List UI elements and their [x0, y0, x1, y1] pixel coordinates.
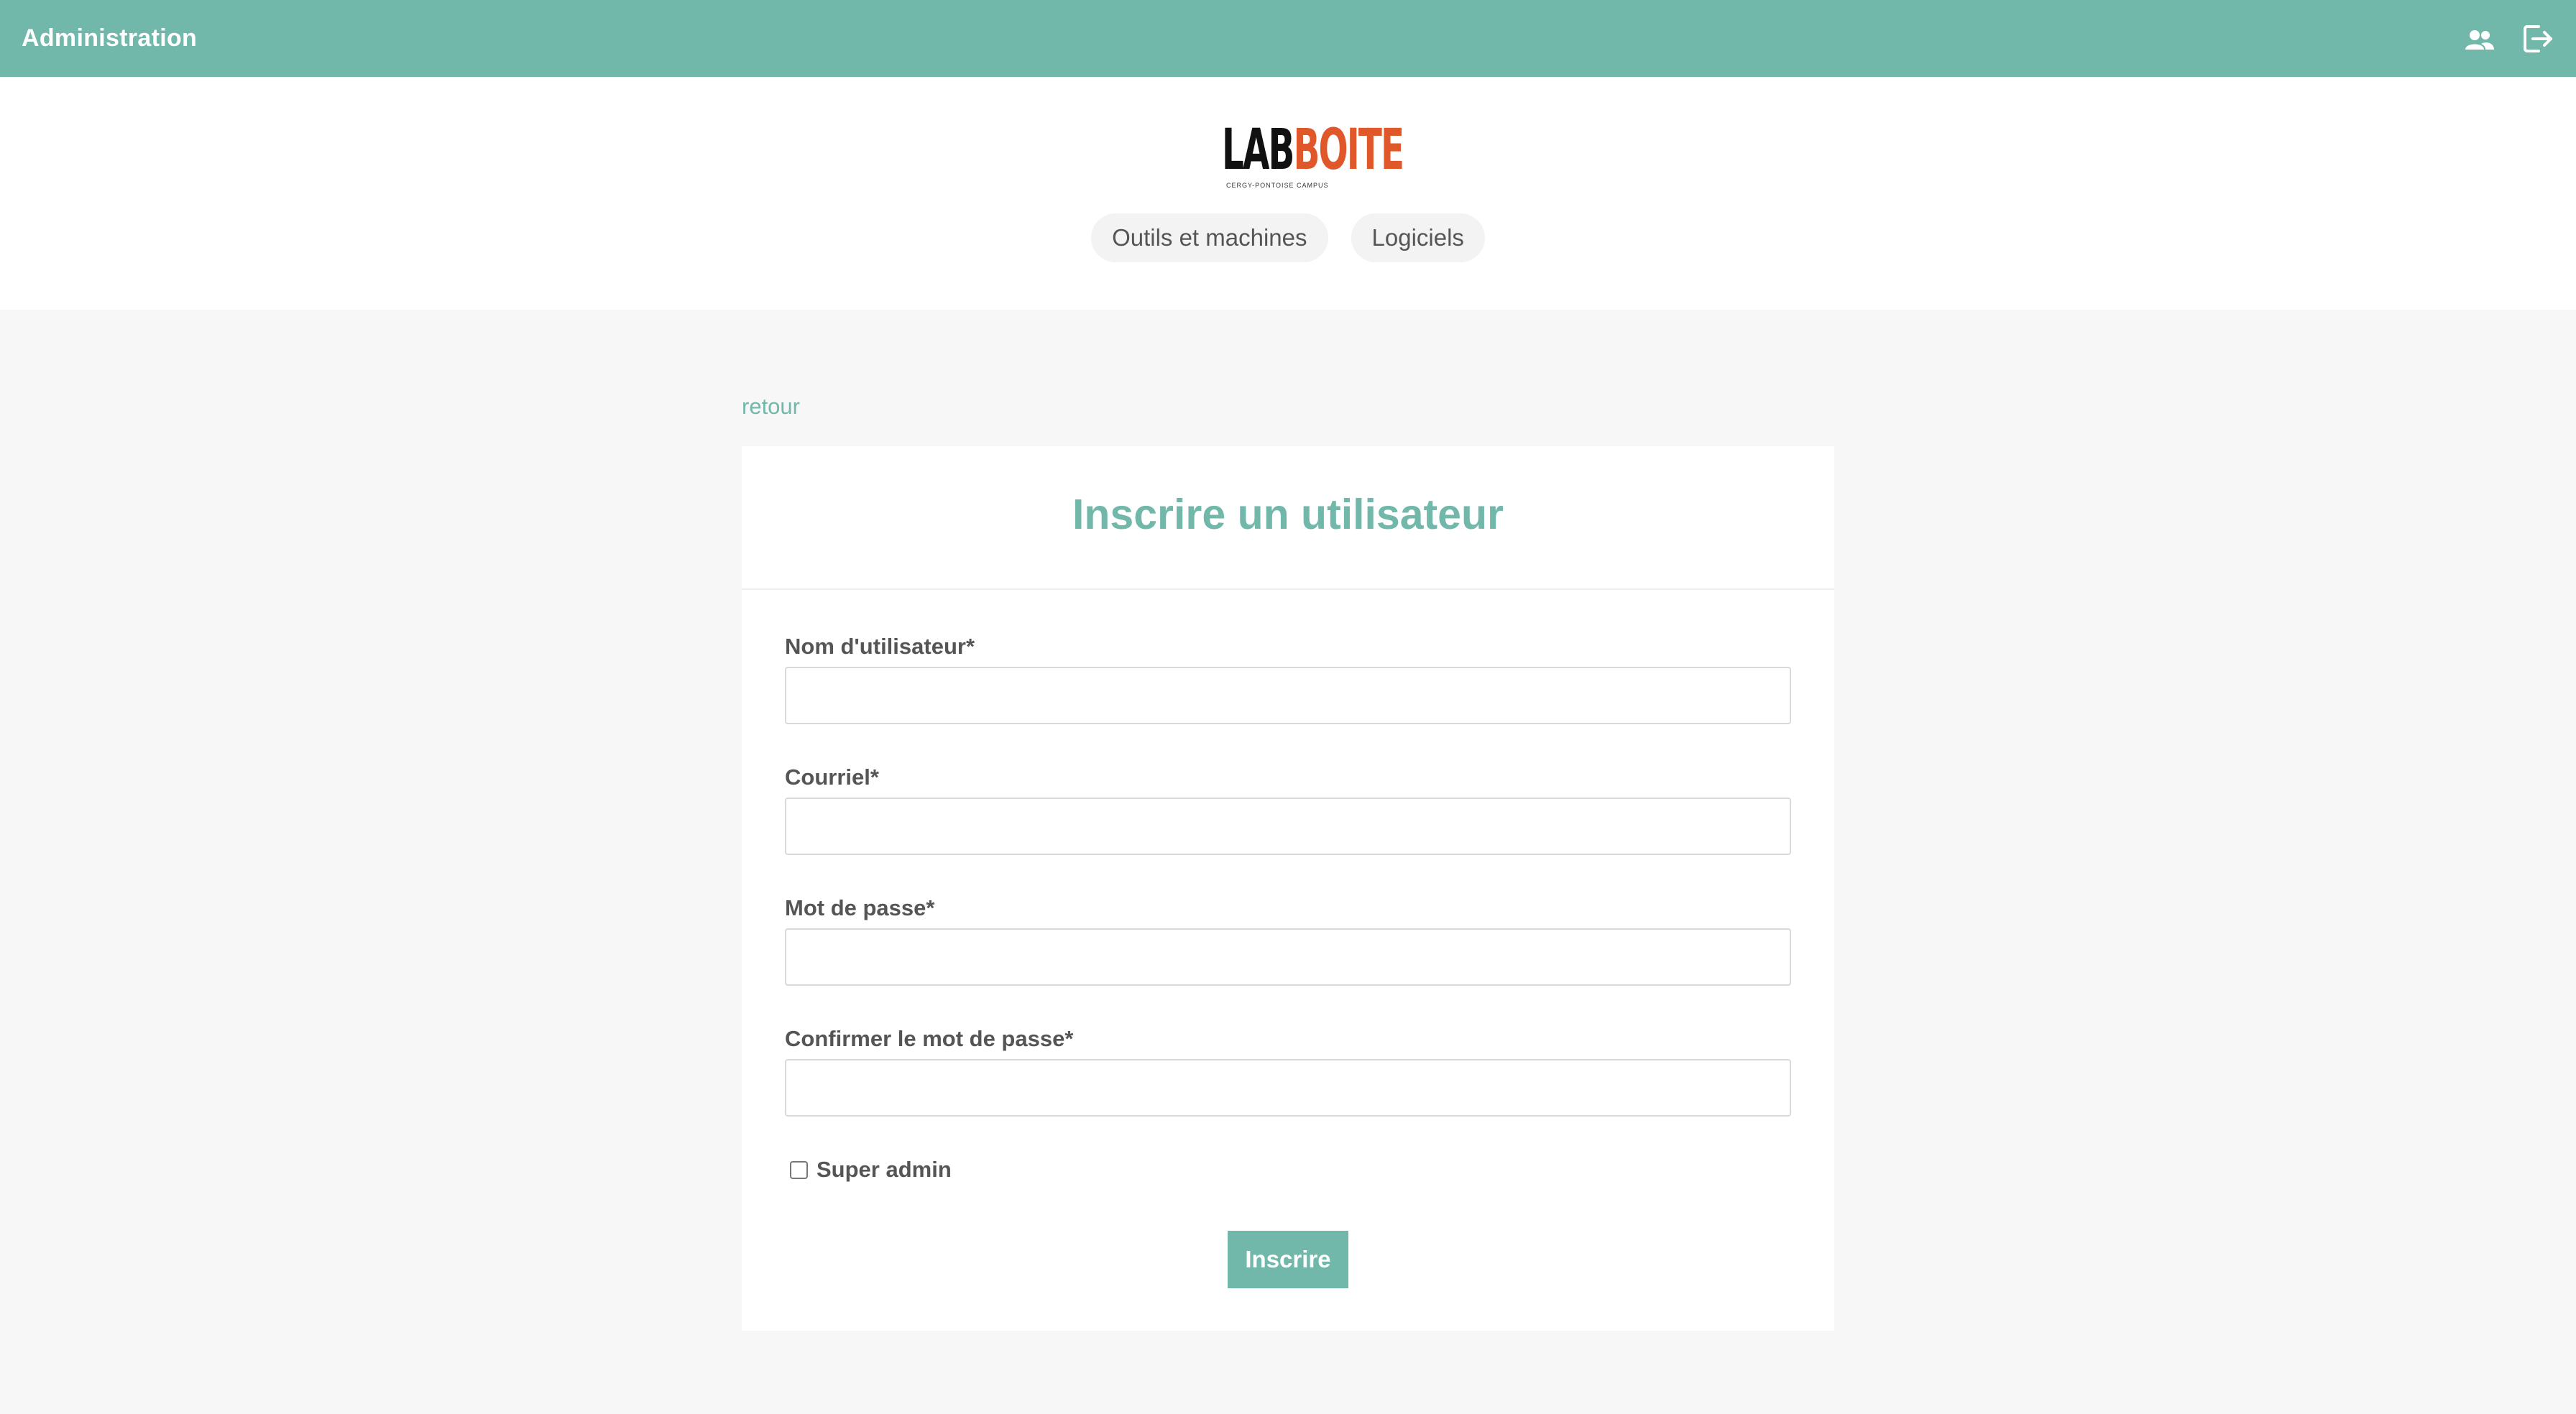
site-header: LABBOITE CERGY-PONTOISE CAMPUS Outils et…: [0, 77, 2576, 310]
email-label: Courriel*: [785, 764, 879, 790]
main-nav: Outils et machines Logiciels: [0, 213, 2576, 262]
register-user-card: Inscrire un utilisateur Nom d'utilisateu…: [742, 446, 1834, 1331]
nav-tools-machines[interactable]: Outils et machines: [1091, 213, 1328, 262]
card-header: Inscrire un utilisateur: [742, 446, 1834, 590]
topbar-actions: [2464, 22, 2554, 55]
username-label: Nom d'utilisateur*: [785, 634, 975, 659]
username-field-group: Nom d'utilisateur*: [785, 634, 1791, 724]
register-button[interactable]: Inscrire: [1228, 1231, 1348, 1288]
email-field-group: Courriel*: [785, 764, 1791, 855]
form-title: Inscrire un utilisateur: [1072, 491, 1504, 538]
email-input[interactable]: [785, 798, 1791, 855]
logout-icon[interactable]: [2521, 22, 2554, 55]
password-label: Mot de passe*: [785, 895, 935, 920]
confirm-password-field-group: Confirmer le mot de passe*: [785, 1026, 1791, 1117]
username-input[interactable]: [785, 667, 1791, 724]
super-admin-row: Super admin: [790, 1157, 952, 1183]
super-admin-label[interactable]: Super admin: [816, 1157, 952, 1183]
nav-software[interactable]: Logiciels: [1351, 213, 1485, 262]
password-input[interactable]: [785, 928, 1791, 986]
password-field-group: Mot de passe*: [785, 895, 1791, 986]
users-icon[interactable]: [2464, 27, 2496, 51]
logo-subtitle: CERGY-PONTOISE CAMPUS: [1226, 182, 1329, 189]
labboite-logo[interactable]: LABBOITE CERGY-PONTOISE CAMPUS: [1222, 118, 1404, 190]
back-link[interactable]: retour: [742, 394, 800, 420]
app-title: Administration: [22, 24, 198, 52]
confirm-password-input[interactable]: [785, 1059, 1791, 1117]
super-admin-checkbox[interactable]: [790, 1160, 808, 1179]
top-bar: Administration: [0, 0, 2576, 77]
logo-wordmark: LABBOITE: [1222, 118, 1404, 182]
confirm-password-label: Confirmer le mot de passe*: [785, 1026, 1074, 1051]
